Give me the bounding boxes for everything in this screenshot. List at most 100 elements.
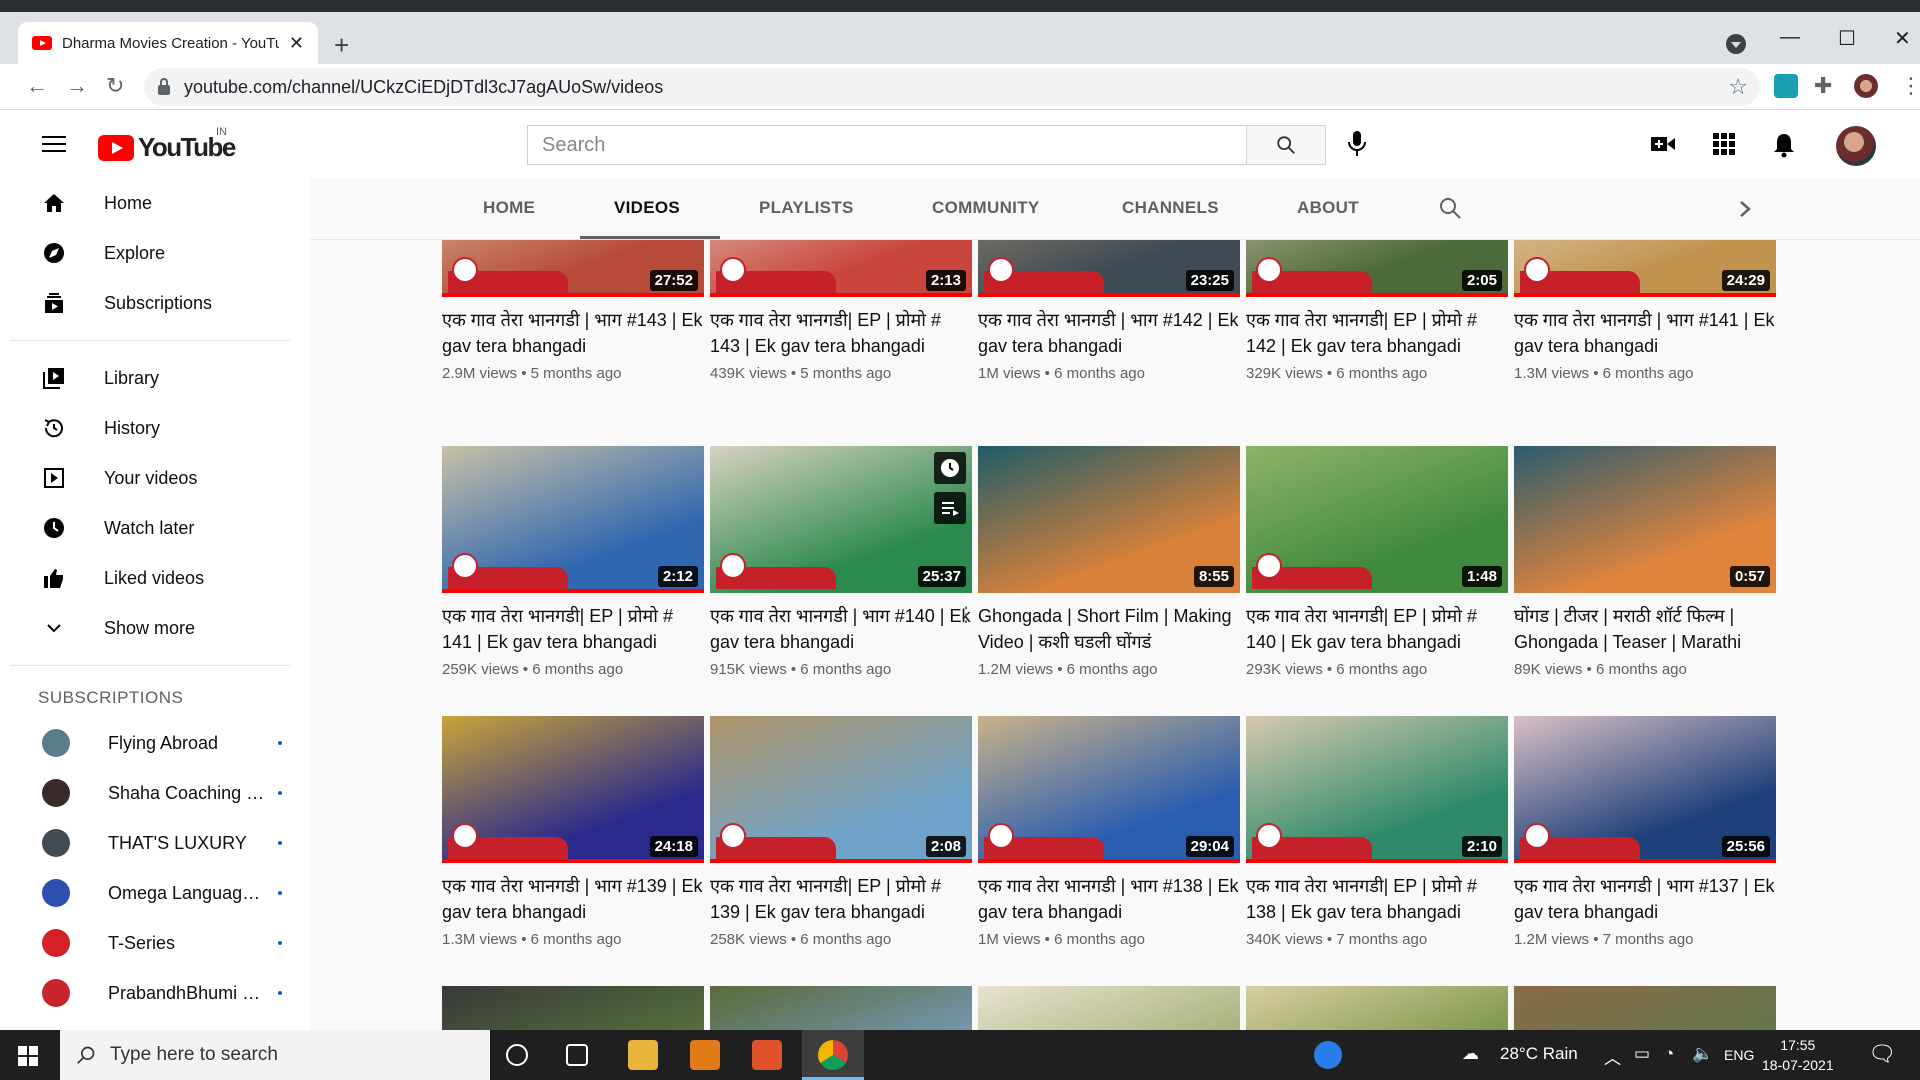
search-input[interactable]: Search: [527, 125, 1247, 165]
add-to-queue-icon[interactable]: [934, 492, 966, 524]
channel-search-icon[interactable]: [1438, 196, 1462, 220]
sidebar-item-watch-later[interactable]: Watch later: [10, 503, 308, 553]
video-card[interactable]: 23:25 एक गाव तेरा भानगडी | भाग #142 | Ek …: [978, 240, 1240, 382]
sidebar-item-show-more[interactable]: Show more: [10, 603, 308, 653]
subscription-item[interactable]: PrabandhBhumi News: [10, 968, 308, 1018]
video-thumbnail[interactable]: [1246, 986, 1508, 1030]
tab-close-icon[interactable]: ✕: [289, 33, 304, 54]
tab-playlists[interactable]: PLAYLISTS: [759, 198, 854, 218]
extension-icon[interactable]: [1774, 74, 1798, 98]
video-card[interactable]: 2:13 एक गाव तेरा भानगडी| EP | प्रोमो # 14…: [710, 240, 972, 382]
video-thumbnail[interactable]: 25:37: [710, 446, 972, 593]
video-thumbnail[interactable]: [710, 986, 972, 1030]
video-thumbnail[interactable]: [978, 986, 1240, 1030]
video-card[interactable]: 8:55 Ghongada | Short Film | Making Video…: [978, 446, 1240, 678]
maximize-button[interactable]: ☐: [1838, 26, 1856, 51]
video-card[interactable]: 27:52 एक गाव तेरा भानगडी | भाग #143 | Ek …: [442, 240, 704, 382]
video-thumbnail[interactable]: [442, 986, 704, 1030]
search-button[interactable]: [1246, 125, 1326, 165]
video-card[interactable]: 25:37 एक गाव तेरा भानगडी | भाग #140 | Ek …: [710, 446, 976, 678]
windows-start-icon[interactable]: [18, 1046, 38, 1066]
create-video-icon[interactable]: [1650, 132, 1676, 156]
sidebar-item-explore[interactable]: Explore: [10, 228, 308, 278]
youtube-logo[interactable]: YouTube IN: [98, 126, 236, 163]
video-thumbnail[interactable]: 27:52: [442, 240, 704, 297]
battery-icon[interactable]: ▭: [1634, 1044, 1650, 1064]
video-title[interactable]: एक गाव तेरा भानगडी| EP | प्रोमो # 143 | …: [710, 307, 972, 359]
new-tab-button[interactable]: +: [334, 30, 349, 61]
video-card[interactable]: 1:48 एक गाव तेरा भानगडी| EP | प्रोमो # 14…: [1246, 446, 1508, 678]
back-arrow-icon[interactable]: ←: [26, 73, 48, 99]
minimize-button[interactable]: —: [1780, 26, 1800, 49]
video-title[interactable]: एक गाव तेरा भानगडी | भाग #137 | Ek gav t…: [1514, 873, 1776, 925]
tab-search-icon[interactable]: [1726, 34, 1746, 54]
video-thumbnail[interactable]: 2:08: [710, 716, 972, 863]
sidebar-item-your-videos[interactable]: Your videos: [10, 453, 308, 503]
video-card[interactable]: [442, 986, 704, 1030]
video-card[interactable]: 25:56 एक गाव तेरा भानगडी | भाग #137 | Ek …: [1514, 716, 1776, 948]
clock[interactable]: 17:55 18-07-2021: [1762, 1035, 1834, 1075]
video-card[interactable]: 0:57 घोंगड | टीजर | मराठी शॉर्ट फिल्म | G…: [1514, 446, 1776, 678]
video-card[interactable]: 2:12 एक गाव तेरा भानगडी| EP | प्रोमो # 14…: [442, 446, 704, 678]
apps-grid-icon[interactable]: [1712, 132, 1736, 156]
video-title[interactable]: एक गाव तेरा भानगडी| EP | प्रोमो # 142 | …: [1246, 307, 1508, 359]
forward-arrow-icon[interactable]: →: [66, 73, 88, 99]
tray-chevron-icon[interactable]: ︿: [1604, 1044, 1621, 1069]
account-avatar[interactable]: [1836, 126, 1876, 166]
tab-home[interactable]: HOME: [483, 198, 535, 218]
video-title[interactable]: एक गाव तेरा भानगडी | भाग #138 | Ek gav t…: [978, 873, 1240, 925]
tab-channels[interactable]: CHANNELS: [1122, 198, 1219, 218]
video-thumbnail[interactable]: 24:29: [1514, 240, 1776, 297]
subscription-item[interactable]: Omega Language Academy: [10, 868, 308, 918]
video-thumbnail[interactable]: 29:04: [978, 716, 1240, 863]
video-thumbnail[interactable]: 2:12: [442, 446, 704, 593]
tab-community[interactable]: COMMUNITY: [932, 198, 1040, 218]
video-options-icon[interactable]: ⋮: [956, 602, 976, 627]
video-title[interactable]: एक गाव तेरा भानगडी| EP | प्रोमो # 140 | …: [1246, 603, 1508, 655]
kebab-menu-icon[interactable]: ⋮: [1900, 73, 1920, 99]
video-thumbnail[interactable]: 24:18: [442, 716, 704, 863]
bookmark-star-icon[interactable]: ☆: [1728, 74, 1748, 100]
chrome-icon[interactable]: [818, 1040, 848, 1070]
volume-icon[interactable]: 🔈: [1692, 1044, 1713, 1064]
video-card[interactable]: 2:05 एक गाव तेरा भानगडी| EP | प्रोमो # 14…: [1246, 240, 1508, 382]
video-card[interactable]: 24:18 एक गाव तेरा भानगडी | भाग #139 | Ek …: [442, 716, 704, 948]
video-title[interactable]: एक गाव तेरा भानगडी| EP | प्रोमो # 141 | …: [442, 603, 704, 655]
video-card[interactable]: 2:08 एक गाव तेरा भानगडी| EP | प्रोमो # 13…: [710, 716, 972, 948]
sidebar-item-library[interactable]: Library: [10, 353, 308, 403]
cortana-icon[interactable]: [506, 1044, 528, 1066]
file-explorer-icon[interactable]: [628, 1040, 658, 1070]
video-thumbnail[interactable]: 25:56: [1514, 716, 1776, 863]
video-thumbnail[interactable]: 2:10: [1246, 716, 1508, 863]
app-icon[interactable]: [752, 1040, 782, 1070]
video-thumbnail[interactable]: 1:48: [1246, 446, 1508, 593]
close-window-button[interactable]: ✕: [1894, 26, 1911, 51]
video-thumbnail[interactable]: 0:57: [1514, 446, 1776, 593]
video-card[interactable]: [710, 986, 972, 1030]
profile-avatar-icon[interactable]: [1854, 74, 1878, 98]
address-bar[interactable]: youtube.com/channel/UCkzCiEDjDTdl3cJ7agA…: [144, 68, 1760, 106]
puzzle-extensions-icon[interactable]: ✚: [1814, 73, 1832, 99]
notifications-bell-icon[interactable]: [1772, 132, 1796, 158]
weather-text[interactable]: 28°C Rain: [1500, 1044, 1578, 1064]
video-title[interactable]: एक गाव तेरा भानगडी| EP | प्रोमो # 139 | …: [710, 873, 972, 925]
tab-about[interactable]: ABOUT: [1297, 198, 1359, 218]
video-thumbnail[interactable]: 8:55: [978, 446, 1240, 593]
video-title[interactable]: Ghongada | Short Film | Making Video | क…: [978, 603, 1240, 655]
taskbar-search[interactable]: Type here to search: [60, 1030, 490, 1080]
hamburger-menu-icon[interactable]: [42, 136, 66, 154]
video-title[interactable]: घोंगड | टीजर | मराठी शॉर्ट फिल्म | Ghong…: [1514, 603, 1776, 655]
watch-later-icon[interactable]: [934, 452, 966, 484]
video-thumbnail[interactable]: 2:05: [1246, 240, 1508, 297]
video-title[interactable]: एक गाव तेरा भानगडी | भाग #142 | Ek gav t…: [978, 307, 1240, 359]
sublime-text-icon[interactable]: [690, 1040, 720, 1070]
browser-tab[interactable]: Dharma Movies Creation - YouTube ✕: [18, 22, 318, 64]
task-view-icon[interactable]: [566, 1044, 588, 1066]
video-card[interactable]: 24:29 एक गाव तेरा भानगडी | भाग #141 | Ek …: [1514, 240, 1776, 382]
subscription-item[interactable]: T-Series: [10, 918, 308, 968]
video-title[interactable]: एक गाव तेरा भानगडी | भाग #143 | Ek gav t…: [442, 307, 704, 359]
subscription-item[interactable]: Flying Abroad: [10, 718, 308, 768]
video-thumbnail[interactable]: 23:25: [978, 240, 1240, 297]
help-icon[interactable]: [1314, 1041, 1342, 1069]
video-card[interactable]: [1246, 986, 1508, 1030]
